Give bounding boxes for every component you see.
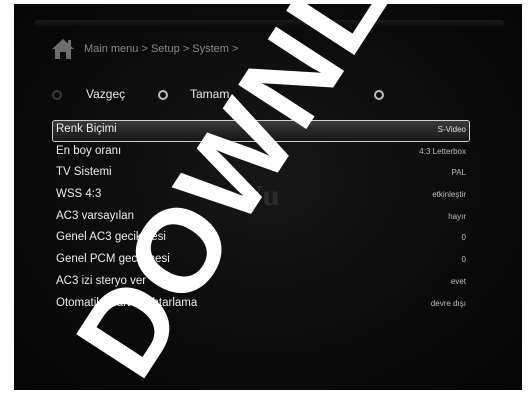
watermark-text: DOWNLOA [51,0,512,399]
watermark: DOWNLOA [51,0,512,399]
